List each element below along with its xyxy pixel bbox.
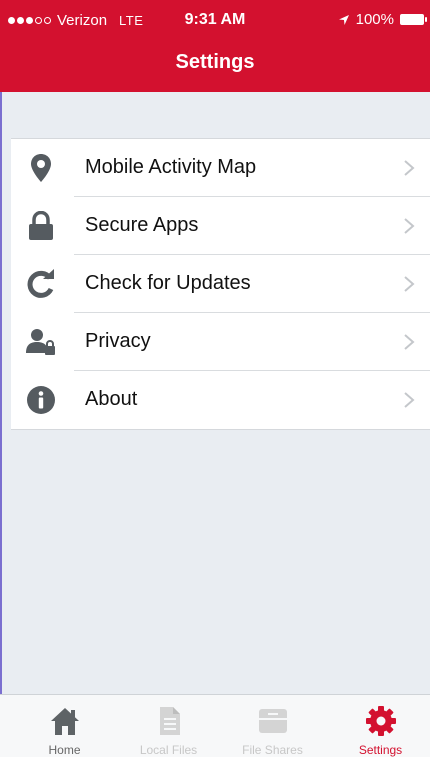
user-lock-icon (25, 326, 57, 358)
menu-item-about[interactable]: About (11, 371, 430, 429)
tab-settings[interactable]: Settings (327, 695, 430, 757)
lock-icon (25, 210, 57, 242)
menu-item-privacy[interactable]: Privacy (11, 313, 430, 371)
menu-item-label: Secure Apps (85, 214, 199, 236)
battery-icon (400, 14, 427, 25)
info-icon (25, 384, 57, 416)
map-pin-icon (25, 152, 57, 184)
tab-local-files[interactable]: Local Files (115, 695, 222, 757)
gear-icon (365, 706, 396, 736)
home-icon (50, 708, 79, 735)
menu-item-label: Check for Updates (85, 272, 251, 294)
archive-icon (258, 709, 287, 733)
app-header: Verizon LTE 9:31 AM 100% Settings (0, 0, 430, 92)
menu-item-mobile-activity-map[interactable]: Mobile Activity Map (11, 139, 430, 197)
tab-label: Home (48, 743, 81, 757)
edge-divider (0, 92, 2, 757)
page-title: Settings (175, 51, 255, 73)
menu-item-check-for-updates[interactable]: Check for Updates (11, 255, 430, 313)
tab-file-shares[interactable]: File Shares (219, 695, 326, 757)
refresh-icon (25, 268, 57, 300)
chevron-right-icon (404, 218, 415, 234)
tab-bar: Home Local Files File Shares Settings (0, 694, 430, 757)
menu-item-label: Privacy (85, 330, 151, 352)
chevron-right-icon (404, 160, 415, 176)
settings-list: Mobile Activity Map Secure Apps Check fo… (11, 138, 430, 430)
file-icon (159, 707, 180, 735)
tab-label: Local Files (139, 743, 198, 757)
status-bar: Verizon LTE 9:31 AM 100% (0, 0, 430, 40)
app-screen: Verizon LTE 9:31 AM 100% Settings Mobile… (0, 0, 430, 757)
tab-label: Settings (358, 743, 403, 757)
chevron-right-icon (404, 276, 415, 292)
chevron-right-icon (404, 334, 415, 350)
menu-item-label: Mobile Activity Map (85, 156, 257, 178)
tab-label: File Shares (242, 743, 303, 757)
chevron-right-icon (404, 392, 415, 408)
tab-home[interactable]: Home (11, 695, 118, 757)
location-arrow-icon (338, 14, 349, 25)
battery-percent: 100% (355, 11, 394, 28)
menu-item-label: About (85, 388, 138, 410)
menu-item-secure-apps[interactable]: Secure Apps (11, 197, 430, 255)
